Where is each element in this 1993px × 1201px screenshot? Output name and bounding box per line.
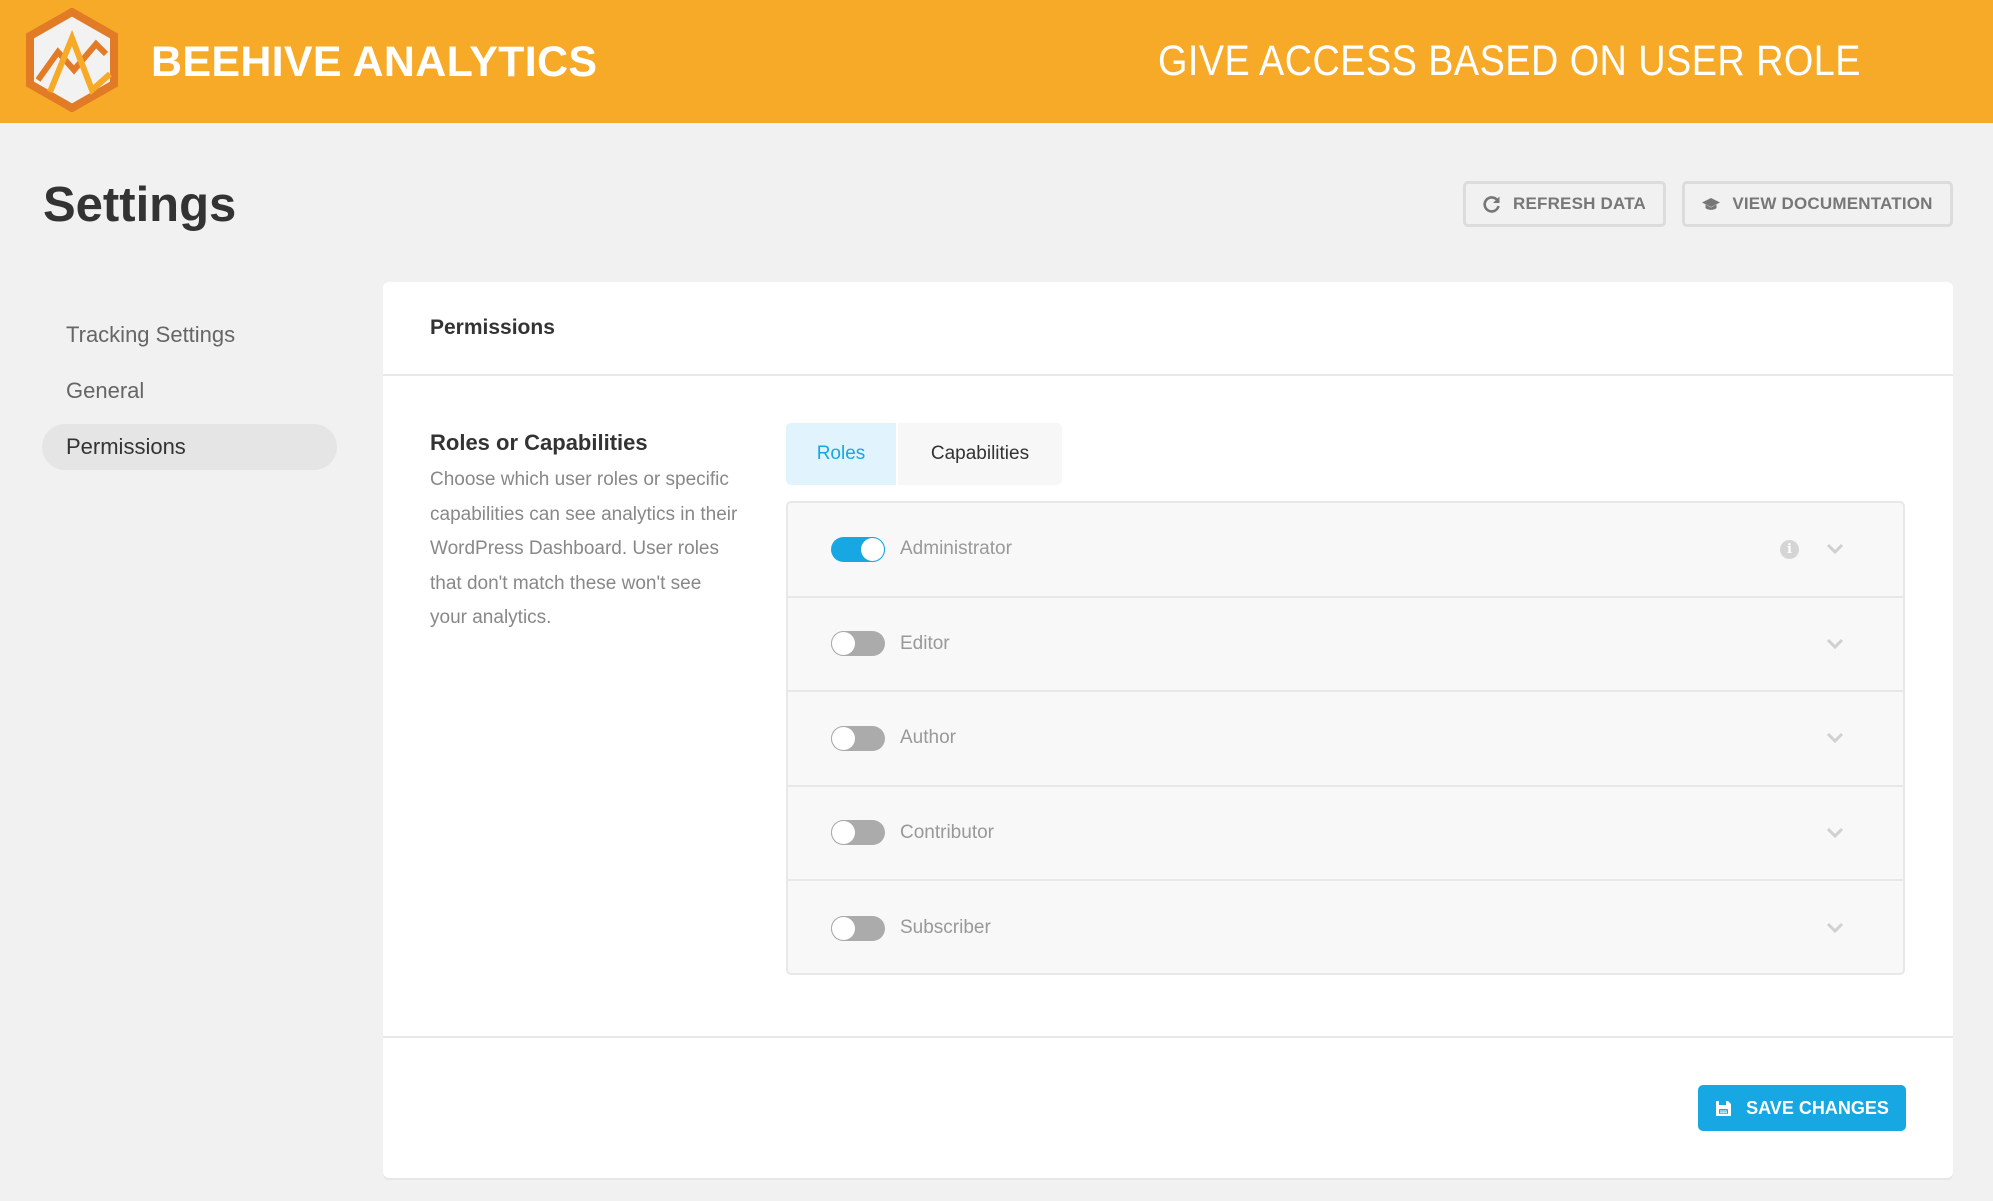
save-changes-button[interactable]: SAVE CHANGES: [1698, 1085, 1906, 1131]
role-label: Editor: [900, 632, 950, 654]
toggle-knob: [832, 632, 855, 656]
sidebar-item-tracking-settings[interactable]: Tracking Settings: [42, 312, 337, 358]
settings-sidebar: Tracking Settings General Permissions: [42, 312, 337, 480]
chevron-down-icon[interactable]: [1826, 543, 1844, 555]
role-row-subscriber: Subscriber: [788, 881, 1903, 973]
role-label: Contributor: [900, 821, 994, 843]
role-toggle[interactable]: [831, 820, 885, 846]
info-icon[interactable]: i: [1780, 539, 1799, 559]
toggle-knob: [861, 537, 884, 561]
chevron-down-icon[interactable]: [1826, 827, 1844, 839]
brand-name: BEEHIVE ANALYTICS: [151, 38, 598, 86]
roles-capabilities-tabs: Roles Capabilities: [786, 423, 1062, 485]
card-footer: SAVE CHANGES: [383, 1036, 1953, 1178]
role-toggle[interactable]: [831, 631, 885, 657]
sidebar-item-general[interactable]: General: [42, 368, 337, 414]
card-title: Permissions: [430, 316, 555, 339]
sidebar-item-permissions[interactable]: Permissions: [42, 424, 337, 470]
role-row-editor: Editor: [788, 598, 1903, 692]
chevron-down-icon[interactable]: [1826, 732, 1844, 744]
refresh-icon: [1483, 196, 1500, 213]
floppy-disk-icon: [1716, 1100, 1732, 1116]
section-description: Choose which user roles or specific capa…: [430, 469, 738, 628]
top-banner: BEEHIVE ANALYTICS GIVE ACCESS BASED ON U…: [0, 0, 1993, 123]
role-label: Author: [900, 727, 956, 749]
role-toggle[interactable]: [831, 536, 885, 562]
permissions-card: Permissions Roles or Capabilities Choose…: [383, 282, 1953, 1178]
refresh-data-button[interactable]: REFRESH DATA: [1463, 181, 1666, 227]
tab-capabilities[interactable]: Capabilities: [896, 423, 1062, 485]
refresh-data-label: REFRESH DATA: [1512, 194, 1647, 213]
role-label: Subscriber: [900, 917, 991, 939]
role-row-author: Author: [788, 692, 1903, 787]
view-documentation-label: VIEW DOCUMENTATION: [1732, 194, 1933, 213]
save-changes-label: SAVE CHANGES: [1746, 1097, 1889, 1118]
toggle-knob: [832, 916, 855, 940]
section-info: Roles or Capabilities Choose which user …: [430, 427, 740, 636]
role-toggle[interactable]: [831, 915, 885, 941]
tab-roles[interactable]: Roles: [786, 423, 896, 485]
role-label: Administrator: [900, 538, 1012, 560]
beehive-logo-icon: [26, 8, 118, 112]
banner-tagline: GIVE ACCESS BASED ON USER ROLE: [1158, 37, 1861, 85]
chevron-down-icon[interactable]: [1826, 638, 1844, 650]
page-title: Settings: [43, 178, 237, 232]
chevron-down-icon[interactable]: [1826, 922, 1844, 934]
role-row-contributor: Contributor: [788, 787, 1903, 881]
view-documentation-button[interactable]: VIEW DOCUMENTATION: [1682, 181, 1953, 227]
toggle-knob: [832, 821, 855, 845]
role-row-administrator: Administrator i: [788, 503, 1903, 598]
toggle-knob: [832, 726, 855, 750]
card-header: Permissions: [383, 282, 1953, 376]
role-toggle[interactable]: [831, 725, 885, 751]
roles-list: Administrator i Editor Author Contributo…: [786, 501, 1905, 975]
section-title: Roles or Capabilities: [430, 430, 648, 455]
graduation-cap-icon: [1702, 198, 1721, 210]
